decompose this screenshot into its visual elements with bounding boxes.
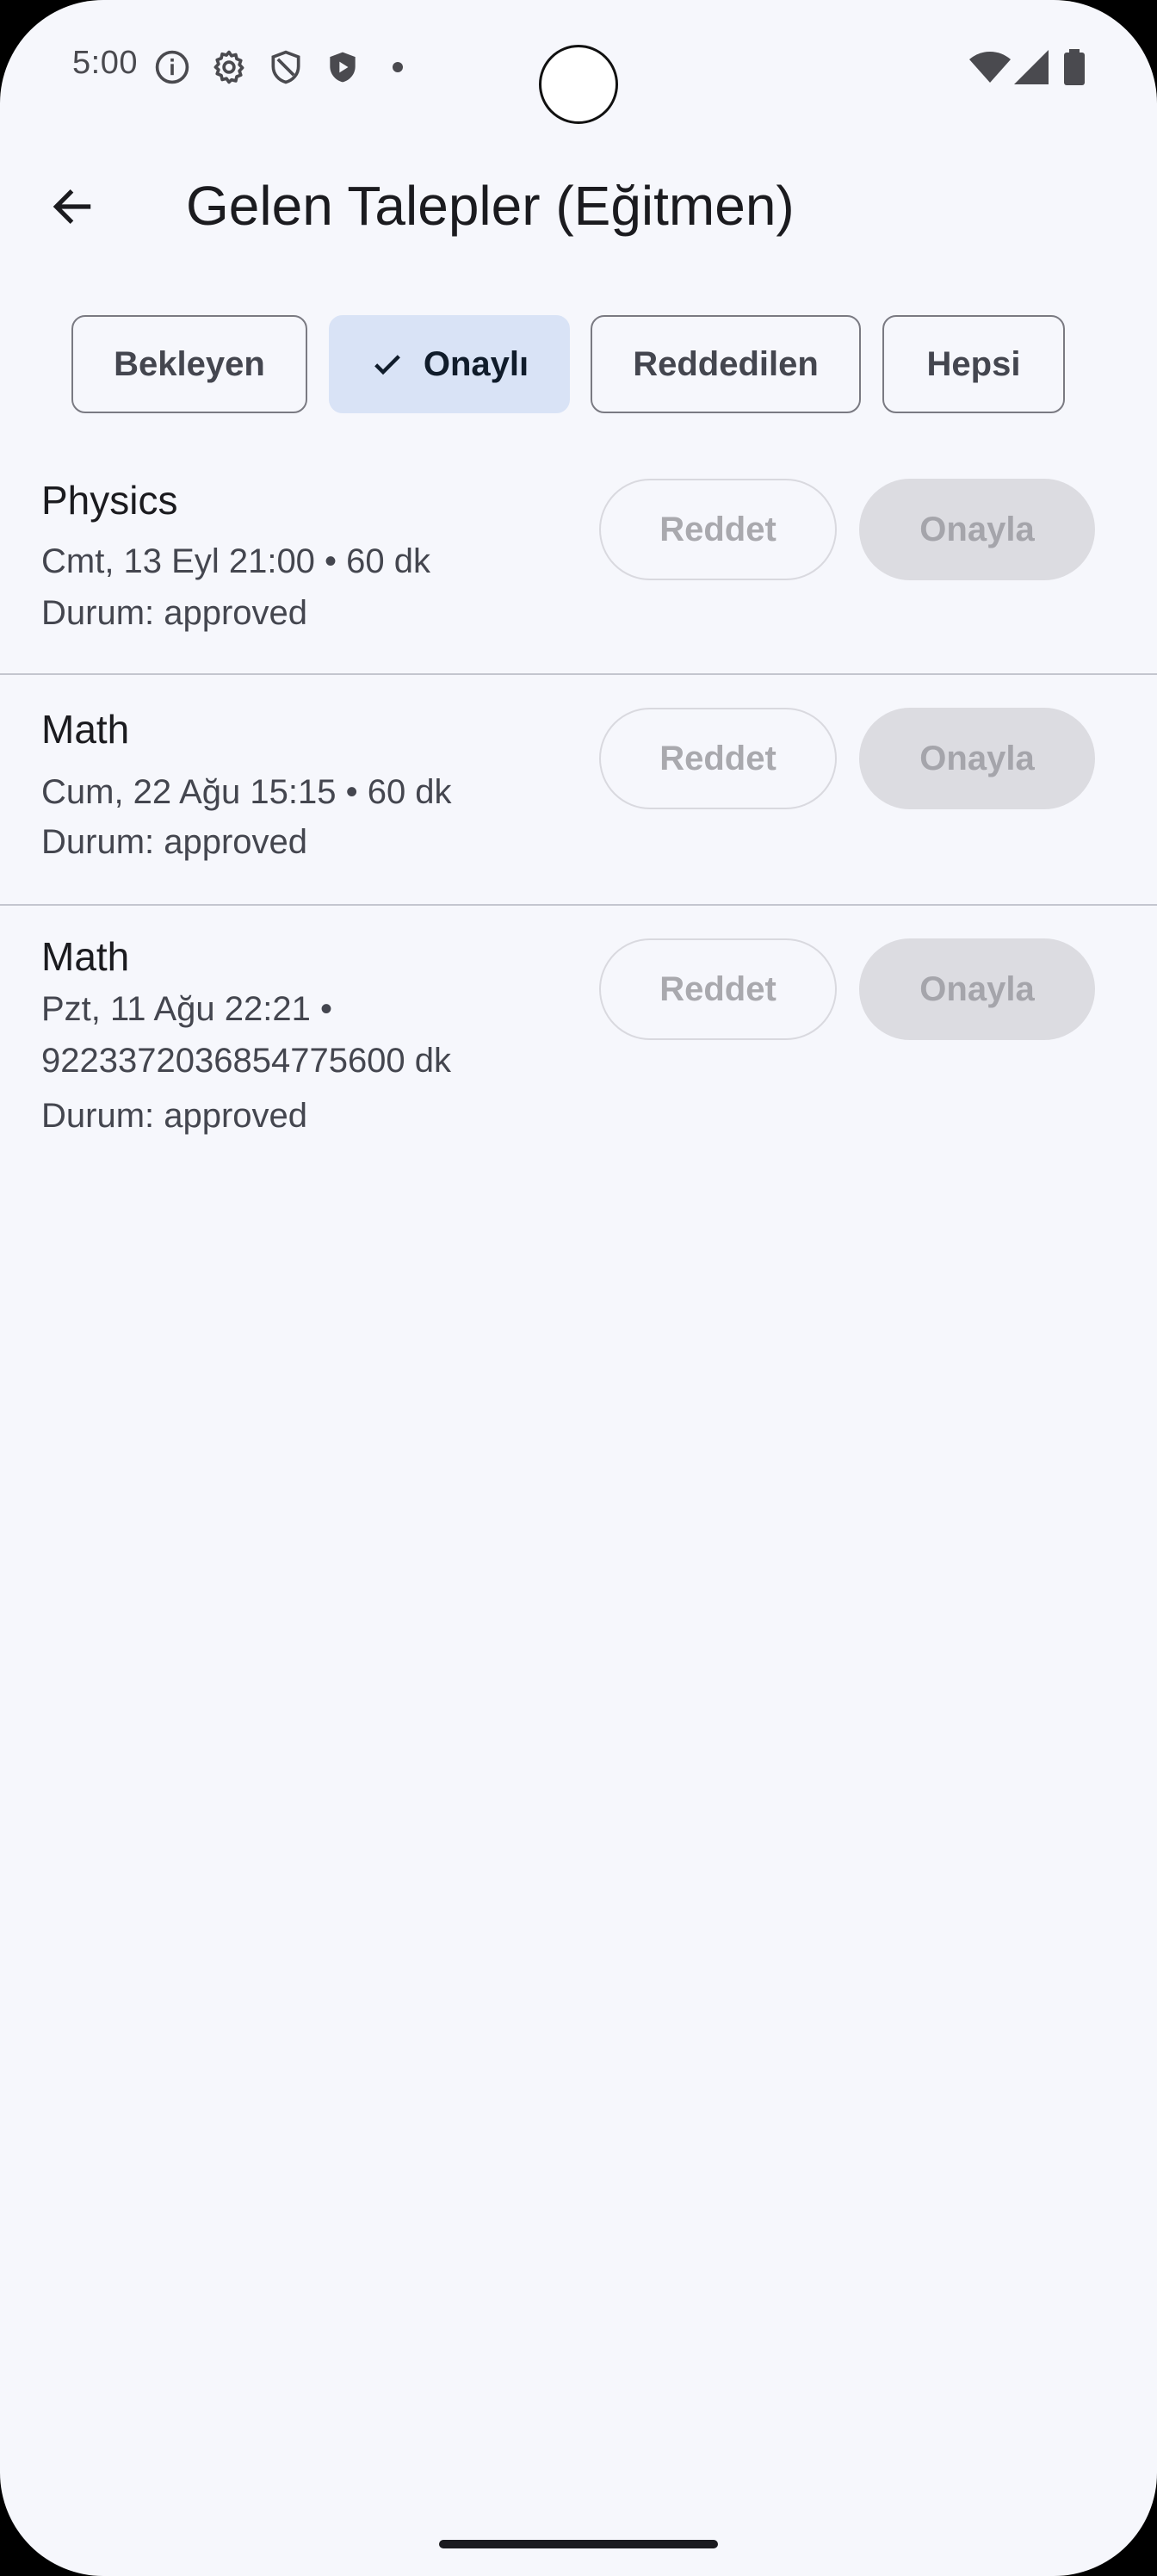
camera-cutout [539,45,618,124]
course-name: Physics [41,478,178,523]
chip-reddedilen[interactable]: Reddedilen [591,315,861,413]
filter-chip-row: Bekleyen Onaylı Reddedilen Hepsi [0,315,1157,413]
list-item: Math Pzt, 11 Ağu 22:21 • 922337203685477… [0,933,1157,1157]
home-indicator[interactable] [439,2540,718,2548]
chip-onayli[interactable]: Onaylı [329,315,570,413]
chip-bekleyen[interactable]: Bekleyen [71,315,307,413]
list-item: Math Cum, 22 Ağu 15:15 • 60 dk Durum: ap… [0,703,1157,904]
request-detail-line: 9223372036854775600 dk [41,1042,452,1080]
battery-icon [1057,48,1092,86]
request-detail: Cmt, 13 Eyl 21:00 • 60 dk [41,542,431,580]
reject-label: Reddet [659,969,776,1008]
approve-label: Onayla [919,969,1035,1008]
request-status: Durum: approved [41,1097,308,1135]
shield-icon [267,48,305,86]
course-name: Math [41,934,130,979]
divider [0,673,1157,675]
reject-button[interactable]: Reddet [599,479,837,580]
request-detail-line: Pzt, 11 Ağu 22:21 • [41,990,332,1028]
wifi-icon [968,48,1012,86]
divider [0,904,1157,906]
course-name: Math [41,707,130,752]
approve-label: Onayla [919,739,1035,777]
screen: 5:00 Gelen Talepler (Eğitmen) Bekleyen O… [0,0,1157,2576]
reject-label: Reddet [659,510,776,548]
approve-button[interactable]: Onayla [859,708,1095,809]
chip-label: Reddedilen [633,344,819,383]
list-item: Physics Cmt, 13 Eyl 21:00 • 60 dk Durum:… [0,474,1157,673]
page-title: Gelen Talepler (Eğitmen) [186,175,795,237]
info-icon [153,48,191,86]
chip-label: Onaylı [423,344,529,383]
check-icon [370,347,405,381]
back-button[interactable] [38,172,107,241]
status-bar: 5:00 [0,0,1157,138]
shield-play-icon [324,48,362,86]
signal-icon [1012,48,1050,86]
status-time: 5:00 [72,45,138,81]
chip-label: Bekleyen [114,344,265,383]
approve-button[interactable]: Onayla [859,938,1095,1040]
notification-dot [393,62,403,72]
approve-label: Onayla [919,510,1035,548]
reject-button[interactable]: Reddet [599,708,837,809]
request-detail: Cum, 22 Ağu 15:15 • 60 dk [41,773,452,811]
request-detail: Pzt, 11 Ağu 22:21 • 9223372036854775600 … [41,983,575,1087]
reject-label: Reddet [659,739,776,777]
arrow-left-icon [48,183,96,231]
request-status: Durum: approved [41,823,308,861]
chip-label: Hepsi [926,344,1021,383]
app-bar: Gelen Talepler (Eğitmen) [0,155,1157,262]
approve-button[interactable]: Onayla [859,479,1095,580]
request-status: Durum: approved [41,594,308,632]
gear-icon [210,48,248,86]
reject-button[interactable]: Reddet [599,938,837,1040]
chip-hepsi[interactable]: Hepsi [882,315,1065,413]
